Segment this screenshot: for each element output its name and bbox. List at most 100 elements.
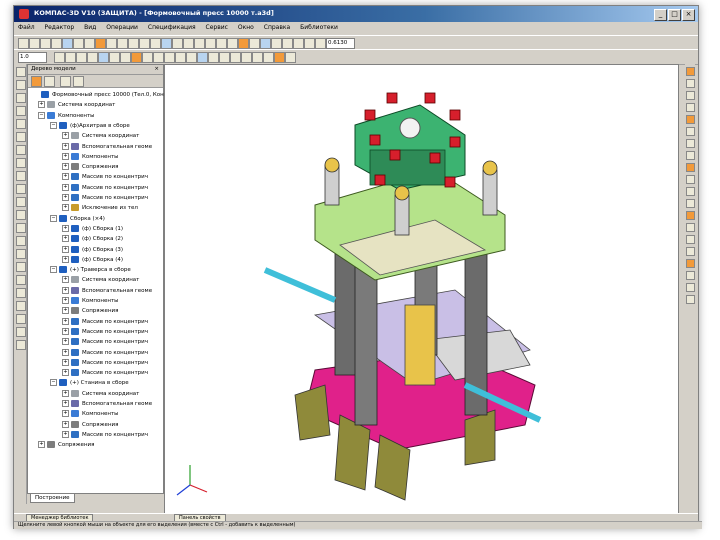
tree-item[interactable]: − Компоненты bbox=[38, 111, 95, 121]
toolbar2-tool-button[interactable] bbox=[241, 52, 252, 63]
tree-item[interactable]: + Массив по концентрич bbox=[62, 368, 148, 378]
tree-item[interactable]: + Система координат bbox=[62, 389, 139, 399]
tree-expand-toggle[interactable]: + bbox=[62, 255, 69, 263]
tree-item[interactable]: + (ф) Сборка (1) bbox=[62, 224, 123, 234]
tree-view-icon[interactable] bbox=[44, 76, 55, 87]
tree-item[interactable]: + Массив по концентрич bbox=[62, 358, 148, 368]
view-tool-button[interactable] bbox=[686, 235, 695, 244]
tree-expand-toggle[interactable]: + bbox=[62, 183, 69, 191]
view-tool-button[interactable] bbox=[686, 91, 695, 100]
tree-item[interactable]: + Система координат bbox=[62, 131, 139, 141]
tree-item[interactable]: − (ф)Архитрав в сборе bbox=[50, 121, 130, 131]
tree-expand-toggle[interactable]: + bbox=[62, 338, 69, 346]
toolbar-tool-button[interactable] bbox=[18, 38, 29, 49]
tree-item[interactable]: − (+) Станина в сборе bbox=[50, 378, 129, 388]
tree-expand-toggle[interactable]: + bbox=[62, 194, 69, 201]
tree-filter-icon[interactable] bbox=[60, 76, 71, 87]
tree-expand-toggle[interactable]: + bbox=[62, 348, 69, 356]
compact-tool-button[interactable] bbox=[16, 223, 26, 233]
tree-item[interactable]: + Система координат bbox=[38, 100, 115, 110]
compact-tool-button[interactable] bbox=[16, 236, 26, 246]
compact-tool-button[interactable] bbox=[16, 184, 26, 194]
menu-specification[interactable]: Спецификация bbox=[144, 22, 200, 33]
toolbar-tool-button[interactable] bbox=[238, 38, 249, 49]
tree-expand-toggle[interactable]: + bbox=[62, 132, 69, 140]
toolbar2-tool-button[interactable] bbox=[54, 52, 65, 63]
tree-item[interactable]: − Сборка (×4) bbox=[50, 214, 105, 224]
view-tool-button[interactable] bbox=[686, 223, 695, 232]
tree-expand-toggle[interactable]: + bbox=[62, 389, 69, 397]
toolbar-tool-button[interactable] bbox=[73, 38, 84, 49]
menu-libraries[interactable]: Библиотеки bbox=[296, 22, 342, 33]
toolbar-tool-button[interactable] bbox=[139, 38, 150, 49]
view-tool-button[interactable] bbox=[686, 283, 695, 292]
tree-item[interactable]: + Массив по концентрич bbox=[62, 430, 148, 440]
toolbar2-tool-button[interactable] bbox=[98, 52, 109, 63]
tree-item[interactable]: Формовочный пресс 10000 (Тел.0, Кон bbox=[32, 90, 164, 100]
tree-item[interactable]: + Компоненты bbox=[62, 409, 119, 419]
tree-item[interactable]: + Вспомогательная геоме bbox=[62, 286, 152, 296]
compact-tool-button[interactable] bbox=[16, 80, 26, 90]
compact-tool-button[interactable] bbox=[16, 314, 26, 324]
toolbar2-tool-button[interactable] bbox=[285, 52, 296, 63]
tree-item[interactable]: + Массив по концентрич bbox=[62, 193, 148, 203]
tree-expand-toggle[interactable]: + bbox=[62, 317, 69, 325]
tree-expand-toggle[interactable]: + bbox=[62, 358, 69, 366]
tree-expand-toggle[interactable]: + bbox=[62, 204, 69, 212]
tree-item[interactable]: + Массив по концентрич bbox=[62, 172, 148, 182]
view-tool-button[interactable] bbox=[686, 103, 695, 112]
view-tool-button[interactable] bbox=[686, 199, 695, 208]
compact-tool-button[interactable] bbox=[16, 301, 26, 311]
toolbar-tool-button[interactable] bbox=[51, 38, 62, 49]
toolbar-tool-button[interactable] bbox=[84, 38, 95, 49]
view-tool-button[interactable] bbox=[686, 247, 695, 256]
tree-expand-toggle[interactable]: + bbox=[62, 307, 69, 315]
compact-tool-button[interactable] bbox=[16, 145, 26, 155]
tree-expand-toggle[interactable]: − bbox=[50, 121, 57, 129]
tree-item[interactable]: + Вспомогательная геоме bbox=[62, 399, 152, 409]
toolbar-tool-button[interactable] bbox=[249, 38, 260, 49]
toolbar2-tool-button[interactable] bbox=[186, 52, 197, 63]
tree-item[interactable]: + (ф) Сборка (4) bbox=[62, 255, 123, 265]
toolbar2-tool-button[interactable] bbox=[208, 52, 219, 63]
compact-tool-button[interactable] bbox=[16, 158, 26, 168]
tree-panel-close-button[interactable]: × bbox=[154, 65, 159, 74]
tree-expand-toggle[interactable]: + bbox=[62, 400, 69, 407]
view-tool-button[interactable] bbox=[686, 139, 695, 148]
compact-tool-button[interactable] bbox=[16, 210, 26, 220]
compact-tool-button[interactable] bbox=[16, 262, 26, 272]
tree-expand-toggle[interactable]: + bbox=[62, 235, 69, 243]
toolbar2-tool-button[interactable] bbox=[219, 52, 230, 63]
toolbar-tool-button[interactable] bbox=[172, 38, 183, 49]
toolbar-tool-button[interactable] bbox=[216, 38, 227, 49]
toolbar-tool-button[interactable] bbox=[205, 38, 216, 49]
tree-expand-toggle[interactable]: − bbox=[50, 214, 57, 222]
toolbar-tool-button[interactable] bbox=[29, 38, 40, 49]
view-tool-button[interactable] bbox=[686, 127, 695, 136]
view-tool-button[interactable] bbox=[686, 271, 695, 280]
tree-item[interactable]: + Сопряжения bbox=[62, 306, 118, 316]
tree-expand-toggle[interactable]: + bbox=[62, 163, 69, 171]
tree-item[interactable]: + Массив по концентрич bbox=[62, 327, 148, 337]
toolbar-tool-button[interactable] bbox=[62, 38, 73, 49]
toolbar-tool-button[interactable] bbox=[315, 38, 326, 49]
tree-expand-toggle[interactable]: + bbox=[62, 224, 69, 232]
toolbar2-tool-button[interactable] bbox=[197, 52, 208, 63]
tree-expand-toggle[interactable]: + bbox=[62, 152, 69, 160]
menu-help[interactable]: Справка bbox=[260, 22, 294, 33]
toolbar-tool-button[interactable] bbox=[117, 38, 128, 49]
view-tool-button[interactable] bbox=[686, 259, 695, 268]
tree-expand-toggle[interactable]: + bbox=[62, 369, 69, 377]
tree-expand-toggle[interactable]: + bbox=[62, 420, 69, 428]
toolbar2-tool-button[interactable] bbox=[175, 52, 186, 63]
toolbar-tool-button[interactable] bbox=[95, 38, 106, 49]
tree-expand-toggle[interactable]: + bbox=[62, 276, 69, 284]
tree-expand-toggle[interactable]: + bbox=[62, 173, 69, 181]
toolbar2-tool-button[interactable] bbox=[142, 52, 153, 63]
toolbar-tool-button[interactable] bbox=[260, 38, 271, 49]
tree-item[interactable]: − (+) Траверса в сборе bbox=[50, 265, 131, 275]
menu-window[interactable]: Окно bbox=[234, 22, 258, 33]
compact-tool-button[interactable] bbox=[16, 132, 26, 142]
toolbar-tool-button[interactable] bbox=[128, 38, 139, 49]
toolbar2-tool-button[interactable] bbox=[76, 52, 87, 63]
